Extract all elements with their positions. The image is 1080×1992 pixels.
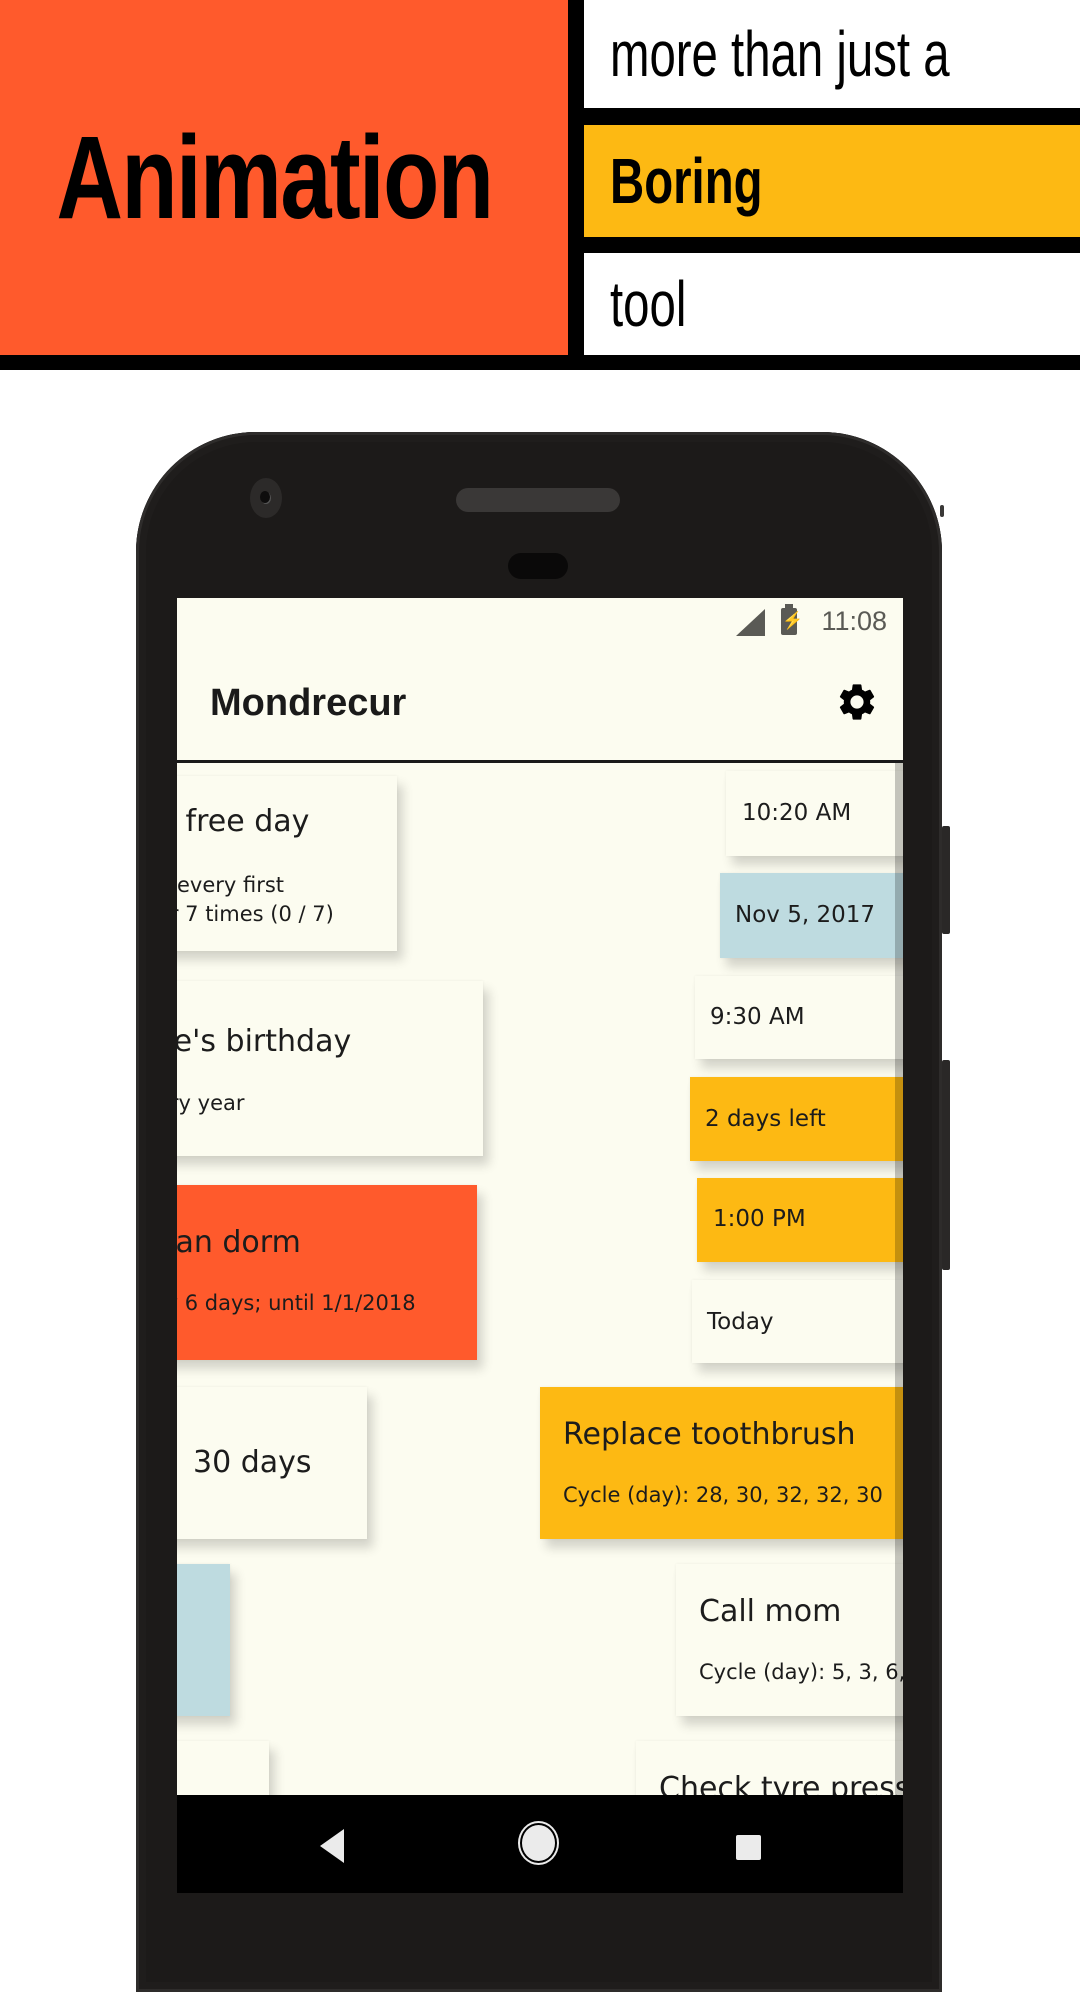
reminder-countdown-pill[interactable]: 2 days left bbox=[690, 1077, 903, 1161]
reminder-title: lie's birthday bbox=[177, 1024, 352, 1059]
banner-line-1: more than just a bbox=[610, 18, 950, 90]
reminder-subtitle: n every first bbox=[177, 873, 285, 897]
gear-icon bbox=[839, 684, 875, 720]
phone-screen: 11:08 Mondrecur n free day n every first… bbox=[177, 598, 903, 1893]
reminder-time-pill[interactable]: 1:00 PM bbox=[697, 1178, 903, 1262]
reminder-title: ean dorm bbox=[177, 1225, 301, 1260]
reminder-countdown: 2 days left bbox=[705, 1106, 826, 1132]
banner-line-3-block: tool bbox=[584, 253, 1080, 355]
reminder-card[interactable]: n free day n every first or 7 times (0 /… bbox=[177, 776, 397, 951]
front-camera bbox=[250, 478, 282, 518]
reminder-date: Nov 5, 2017 bbox=[735, 902, 875, 928]
reminder-title: Check tyre press bbox=[659, 1771, 903, 1795]
reminder-time: 1:00 PM bbox=[713, 1206, 806, 1232]
back-icon[interactable] bbox=[320, 1829, 344, 1863]
reminder-card[interactable]: 30 days bbox=[177, 1387, 367, 1539]
reminder-subtitle: Cycle (day): 5, 3, 6, bbox=[699, 1660, 903, 1684]
phone-top-edge bbox=[940, 505, 944, 517]
status-time: 11:08 bbox=[821, 606, 887, 636]
reminder-card[interactable]: lie's birthday ery year bbox=[177, 981, 483, 1156]
reminder-date: Today bbox=[707, 1309, 774, 1335]
reminder-time-pill[interactable]: 10:20 AM bbox=[726, 771, 903, 856]
reminder-title: 30 days bbox=[193, 1445, 312, 1480]
promo-banner: Animation more than just a Boring tool bbox=[0, 0, 1080, 370]
banner-line-2: Boring bbox=[610, 145, 763, 217]
reminder-subtitle: ery year bbox=[177, 1091, 245, 1115]
recent-apps-icon[interactable] bbox=[736, 1835, 761, 1860]
power-button bbox=[942, 826, 950, 934]
reminder-card[interactable]: Check tyre press bbox=[636, 1741, 903, 1795]
earpiece-speaker bbox=[456, 488, 620, 512]
reminder-title: Replace toothbrush bbox=[563, 1417, 856, 1452]
app-bar: Mondrecur bbox=[177, 648, 903, 763]
banner-line-3: tool bbox=[610, 268, 687, 340]
volume-button bbox=[942, 1060, 950, 1270]
reminder-subtitle: or 7 times (0 / 7) bbox=[177, 902, 334, 926]
banner-headline-block: Animation bbox=[0, 0, 568, 355]
reminder-card[interactable]: Call mom Cycle (day): 5, 3, 6, bbox=[676, 1564, 903, 1716]
reminder-card[interactable] bbox=[177, 1741, 269, 1795]
reminder-title: Call mom bbox=[699, 1594, 842, 1629]
reminder-date-pill[interactable]: Today bbox=[692, 1280, 903, 1363]
reminder-card[interactable]: Replace toothbrush Cycle (day): 28, 30, … bbox=[540, 1387, 903, 1539]
reminder-list[interactable]: n free day n every first or 7 times (0 /… bbox=[177, 763, 903, 1795]
battery-charging-icon bbox=[781, 604, 803, 635]
reminder-card[interactable] bbox=[177, 1564, 230, 1716]
settings-button[interactable] bbox=[835, 680, 879, 724]
reminder-time-pill[interactable]: 9:30 AM bbox=[695, 976, 903, 1059]
proximity-sensor bbox=[508, 553, 568, 579]
reminder-subtitle: ry 6 days; until 1/1/2018 bbox=[177, 1291, 416, 1315]
status-bar: 11:08 bbox=[177, 598, 903, 648]
banner-line-2-block: Boring bbox=[584, 125, 1080, 237]
cellular-signal-icon bbox=[736, 609, 765, 636]
banner-headline: Animation bbox=[56, 111, 493, 244]
reminder-title: n free day bbox=[177, 804, 310, 839]
app-title: Mondrecur bbox=[210, 682, 407, 724]
home-icon[interactable] bbox=[522, 1825, 555, 1861]
reminder-time: 10:20 AM bbox=[742, 800, 852, 826]
reminder-subtitle: Cycle (day): 28, 30, 32, 32, 30 bbox=[563, 1483, 883, 1507]
reminder-card[interactable]: ean dorm ry 6 days; until 1/1/2018 bbox=[177, 1185, 477, 1360]
reminder-date-pill[interactable]: Nov 5, 2017 bbox=[720, 873, 903, 958]
scrollbar[interactable] bbox=[895, 763, 903, 1795]
reminder-time: 9:30 AM bbox=[710, 1004, 805, 1030]
banner-line-1-block: more than just a bbox=[584, 0, 1080, 108]
navigation-bar bbox=[177, 1795, 903, 1893]
